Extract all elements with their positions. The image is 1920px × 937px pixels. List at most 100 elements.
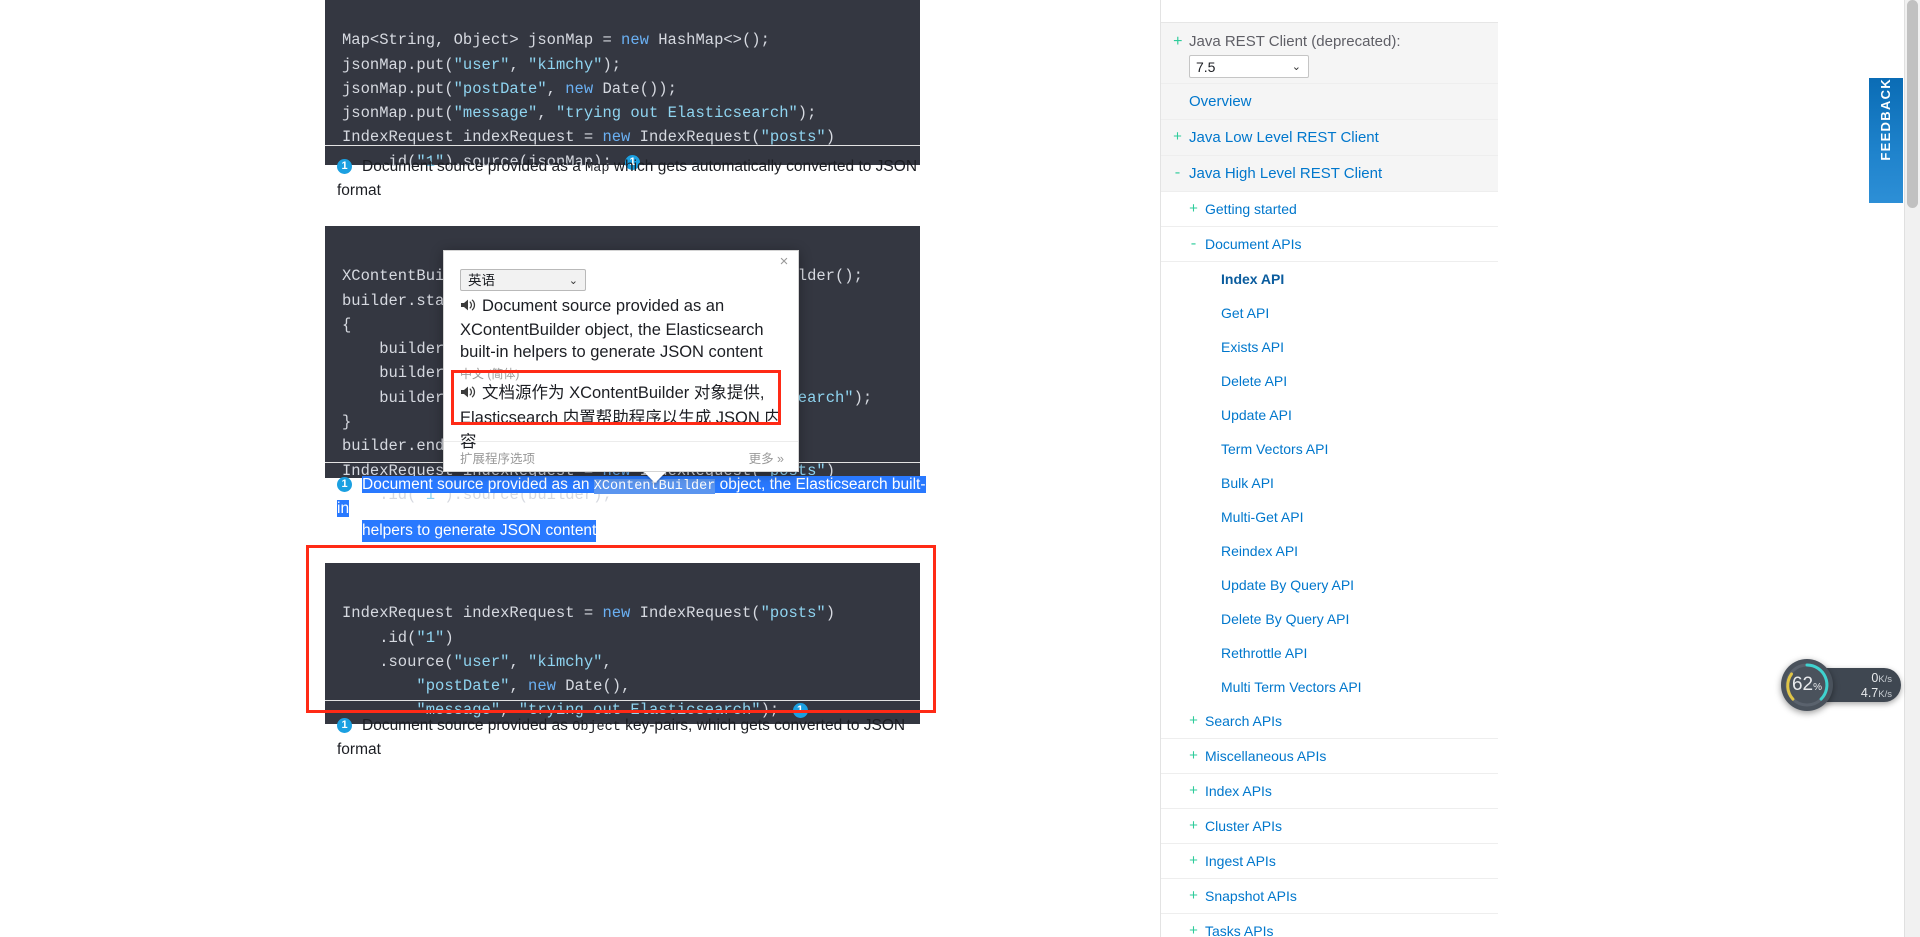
more-link[interactable]: 更多 » bbox=[749, 448, 784, 467]
page-root: Map<String, Object> jsonMap = new HashMa… bbox=[0, 0, 1920, 937]
sidebar-item-label[interactable]: Tasks APIs bbox=[1161, 914, 1498, 937]
sidebar-item-search-apis[interactable]: + Search APIs bbox=[1161, 704, 1498, 739]
sidebar-item-label[interactable]: Java High Level REST Client bbox=[1161, 156, 1498, 191]
sidebar-item-rethrottle-api[interactable]: Rethrottle API bbox=[1161, 636, 1498, 670]
sidebar-item-index-apis[interactable]: + Index APIs bbox=[1161, 774, 1498, 809]
expand-plus-icon[interactable]: + bbox=[1173, 33, 1183, 51]
close-icon[interactable]: × bbox=[776, 254, 792, 270]
source-language-select[interactable]: 英语 ⌄ bbox=[460, 269, 586, 291]
sidebar-item-multi-term-vectors-api[interactable]: Multi Term Vectors API bbox=[1161, 670, 1498, 704]
sidebar-item-java-high-level-rest-client[interactable]: - Java High Level REST Client bbox=[1161, 156, 1498, 192]
chevron-down-icon: ⌄ bbox=[568, 275, 578, 287]
scrollbar-thumb[interactable] bbox=[1907, 0, 1918, 208]
callout-text-before: Document source provided as bbox=[362, 717, 573, 734]
sidebar-item-overview[interactable]: Overview bbox=[1161, 84, 1498, 120]
sidebar-item-label[interactable]: Snapshot APIs bbox=[1161, 879, 1498, 913]
sidebar-item-delete-by-query-api[interactable]: Delete By Query API bbox=[1161, 602, 1498, 636]
sidebar-item-reindex-api[interactable]: Reindex API bbox=[1161, 534, 1498, 568]
expand-plus-icon[interactable]: + bbox=[1189, 783, 1198, 800]
sidebar-item-label[interactable]: Overview bbox=[1161, 84, 1498, 119]
sidebar-item-miscellaneous-apis[interactable]: + Miscellaneous APIs bbox=[1161, 739, 1498, 774]
sidebar-item-label[interactable]: Bulk API bbox=[1161, 466, 1498, 500]
source-text: Document source provided as an XContentB… bbox=[460, 297, 764, 361]
sidebar-item-bulk-api[interactable]: Bulk API bbox=[1161, 466, 1498, 500]
upload-speed-unit: K/s bbox=[1878, 674, 1892, 685]
sidebar-item-get-api[interactable]: Get API bbox=[1161, 296, 1498, 330]
divider bbox=[325, 145, 920, 146]
sidebar-item-ingest-apis[interactable]: + Ingest APIs bbox=[1161, 844, 1498, 879]
sidebar-item-delete-api[interactable]: Delete API bbox=[1161, 364, 1498, 398]
sidebar-item-label[interactable]: Cluster APIs bbox=[1161, 809, 1498, 843]
cpu-usage-dial[interactable]: 62% bbox=[1781, 659, 1833, 711]
expand-plus-icon[interactable]: + bbox=[1189, 818, 1198, 835]
sidebar-item-label[interactable]: Rethrottle API bbox=[1161, 636, 1498, 670]
expand-plus-icon[interactable]: + bbox=[1189, 201, 1198, 218]
sidebar-item-label[interactable]: Update By Query API bbox=[1161, 568, 1498, 602]
feedback-tab-label: FEEDBACK bbox=[1878, 78, 1893, 161]
sidebar-item-label[interactable]: Getting started bbox=[1161, 192, 1498, 226]
sidebar-item-update-by-query-api[interactable]: Update By Query API bbox=[1161, 568, 1498, 602]
sidebar-item-label[interactable]: Java Low Level REST Client bbox=[1161, 120, 1498, 155]
callout-text-before: Document source provided as an bbox=[362, 476, 594, 493]
callout-number: 1 bbox=[337, 718, 352, 733]
expand-plus-icon[interactable]: + bbox=[1189, 748, 1198, 765]
sidebar-item-label[interactable]: Delete By Query API bbox=[1161, 602, 1498, 636]
sidebar-nav-list: Overview + Java Low Level REST Client - Java… bbox=[1161, 84, 1498, 937]
sidebar-item-term-vectors-api[interactable]: Term Vectors API bbox=[1161, 432, 1498, 466]
sidebar-item-index-api[interactable]: Index API bbox=[1161, 262, 1498, 296]
sidebar-item-label[interactable]: Document APIs bbox=[1161, 227, 1498, 261]
sidebar-item-label[interactable]: Search APIs bbox=[1161, 704, 1498, 738]
cpu-percent-value: 62 bbox=[1791, 674, 1814, 695]
page-scrollbar[interactable] bbox=[1904, 0, 1920, 937]
sidebar-item-exists-api[interactable]: Exists API bbox=[1161, 330, 1498, 364]
sidebar-item-label[interactable]: Reindex API bbox=[1161, 534, 1498, 568]
expand-plus-icon[interactable]: + bbox=[1189, 713, 1198, 730]
sidebar-item-java-rest-client[interactable]: + Java REST Client (deprecated): 7.5 ⌄ bbox=[1161, 23, 1498, 84]
cpu-percent-display: 62% bbox=[1781, 659, 1833, 711]
download-speed-unit: K/s bbox=[1878, 689, 1892, 700]
target-language-label: 中文 (简体) bbox=[460, 367, 520, 381]
sidebar-item-label[interactable]: Delete API bbox=[1161, 364, 1498, 398]
sidebar-item-snapshot-apis[interactable]: + Snapshot APIs bbox=[1161, 879, 1498, 914]
sidebar-item-java-low-level-rest-client[interactable]: + Java Low Level REST Client bbox=[1161, 120, 1498, 156]
sidebar-item-tasks-apis[interactable]: + Tasks APIs bbox=[1161, 914, 1498, 937]
sidebar-item-label[interactable]: Exists API bbox=[1161, 330, 1498, 364]
callout-inline-code: Object bbox=[572, 720, 621, 735]
popup-pointer bbox=[644, 472, 666, 483]
sidebar-item-multi-get-api[interactable]: Multi-Get API bbox=[1161, 500, 1498, 534]
download-speed-value-row: 4.7K/s bbox=[1861, 686, 1892, 700]
percent-symbol: % bbox=[1813, 682, 1823, 693]
collapse-minus-icon[interactable]: - bbox=[1173, 165, 1182, 182]
feedback-tab[interactable]: FEEDBACK bbox=[1869, 78, 1903, 203]
speaker-icon-source[interactable] bbox=[460, 296, 477, 319]
selected-text-line2: helpers to generate JSON content bbox=[362, 520, 597, 542]
collapse-minus-icon[interactable]: - bbox=[1189, 236, 1198, 253]
sidebar-item-getting-started[interactable]: + Getting started bbox=[1161, 192, 1498, 227]
sidebar-item-label[interactable]: Ingest APIs bbox=[1161, 844, 1498, 878]
sidebar-item-label[interactable]: Update API bbox=[1161, 398, 1498, 432]
selected-text: Document source provided as an XContentB… bbox=[337, 476, 926, 517]
translate-popup[interactable]: × 英语 ⌄ Document source provided as an XC… bbox=[443, 250, 799, 483]
sidebar-top-strip bbox=[1161, 0, 1498, 23]
sidebar-item-document-apis[interactable]: - Document APIs bbox=[1161, 227, 1498, 262]
expand-plus-icon[interactable]: + bbox=[1189, 888, 1198, 905]
sidebar-item-update-api[interactable]: Update API bbox=[1161, 398, 1498, 432]
sidebar-item-label[interactable]: Get API bbox=[1161, 296, 1498, 330]
sidebar-item-label[interactable]: Multi Term Vectors API bbox=[1161, 670, 1498, 704]
callout-row-1: 1 Document source provided as a Map which… bbox=[337, 156, 937, 202]
json-map-code-block: Map<String, Object> jsonMap = new HashMa… bbox=[325, 0, 920, 171]
expand-plus-icon[interactable]: + bbox=[1173, 129, 1182, 146]
popup-footer: 扩展程序选项 更多 » bbox=[444, 441, 798, 471]
callout-row-3: 1 Document source provided as Object key-… bbox=[337, 715, 937, 761]
sidebar-item-cluster-apis[interactable]: + Cluster APIs bbox=[1161, 809, 1498, 844]
expand-plus-icon[interactable]: + bbox=[1189, 923, 1198, 937]
expand-plus-icon[interactable]: + bbox=[1189, 853, 1198, 870]
speaker-icon-target[interactable] bbox=[460, 382, 477, 406]
extension-options-link[interactable]: 扩展程序选项 bbox=[460, 448, 535, 467]
sidebar-item-label[interactable]: Miscellaneous APIs bbox=[1161, 739, 1498, 773]
version-select[interactable]: 7.5 ⌄ bbox=[1189, 55, 1309, 78]
sidebar-item-label[interactable]: Index API bbox=[1161, 262, 1498, 296]
sidebar-item-label[interactable]: Multi-Get API bbox=[1161, 500, 1498, 534]
sidebar-item-label[interactable]: Index APIs bbox=[1161, 774, 1498, 808]
sidebar-item-label[interactable]: Term Vectors API bbox=[1161, 432, 1498, 466]
